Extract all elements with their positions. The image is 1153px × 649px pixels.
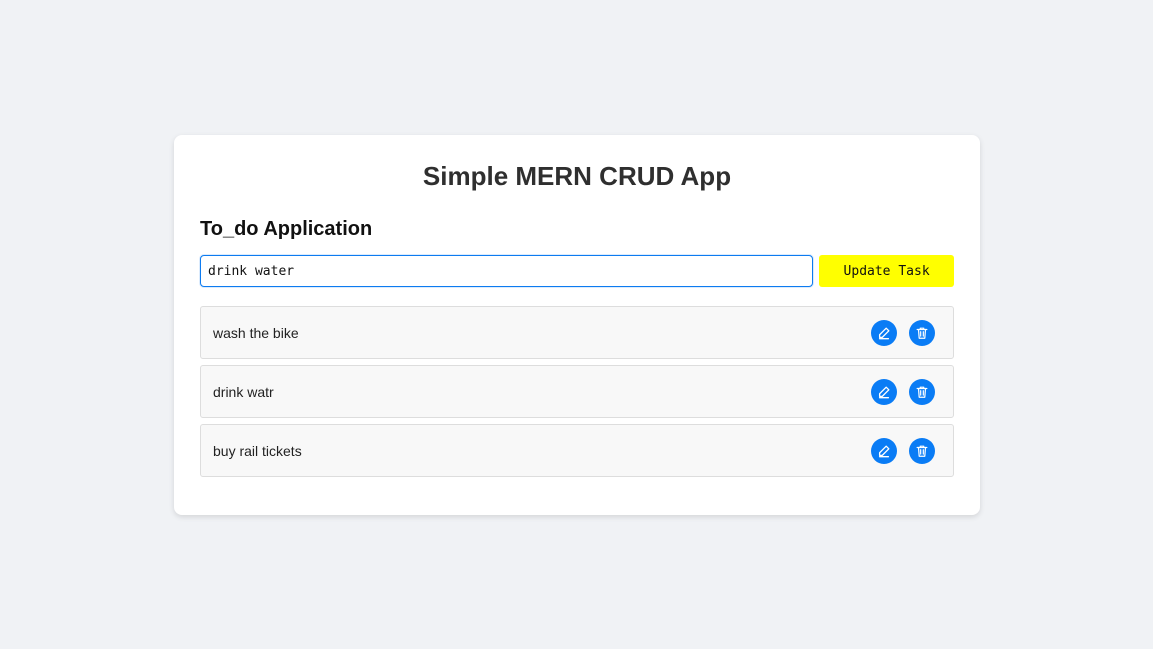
pencil-icon bbox=[877, 385, 891, 399]
delete-task-button[interactable] bbox=[909, 319, 935, 346]
task-list: wash the bike drink watr buy rail ticket… bbox=[200, 306, 954, 477]
task-text: buy rail tickets bbox=[213, 442, 302, 459]
edit-task-button[interactable] bbox=[871, 378, 897, 405]
delete-task-button[interactable] bbox=[909, 437, 935, 464]
trash-icon bbox=[915, 385, 929, 399]
task-input[interactable] bbox=[200, 255, 814, 287]
pencil-icon bbox=[877, 326, 891, 340]
trash-icon bbox=[915, 326, 929, 340]
task-input-row: Update Task bbox=[200, 255, 954, 287]
delete-task-button[interactable] bbox=[909, 378, 935, 405]
pencil-icon bbox=[877, 444, 891, 458]
edit-task-button[interactable] bbox=[871, 437, 897, 464]
page-title: Simple MERN CRUD App bbox=[422, 161, 732, 191]
task-text: wash the bike bbox=[213, 324, 299, 341]
app-card: Simple MERN CRUD App To_do Application U… bbox=[174, 135, 980, 515]
trash-icon bbox=[915, 444, 929, 458]
todo-heading: To_do Application bbox=[200, 218, 373, 240]
edit-task-button[interactable] bbox=[871, 319, 897, 346]
task-item: wash the bike bbox=[200, 306, 954, 359]
task-item: buy rail tickets bbox=[200, 424, 954, 477]
task-text: drink watr bbox=[213, 383, 274, 400]
task-item: drink watr bbox=[200, 365, 954, 418]
update-task-button[interactable]: Update Task bbox=[819, 255, 954, 287]
